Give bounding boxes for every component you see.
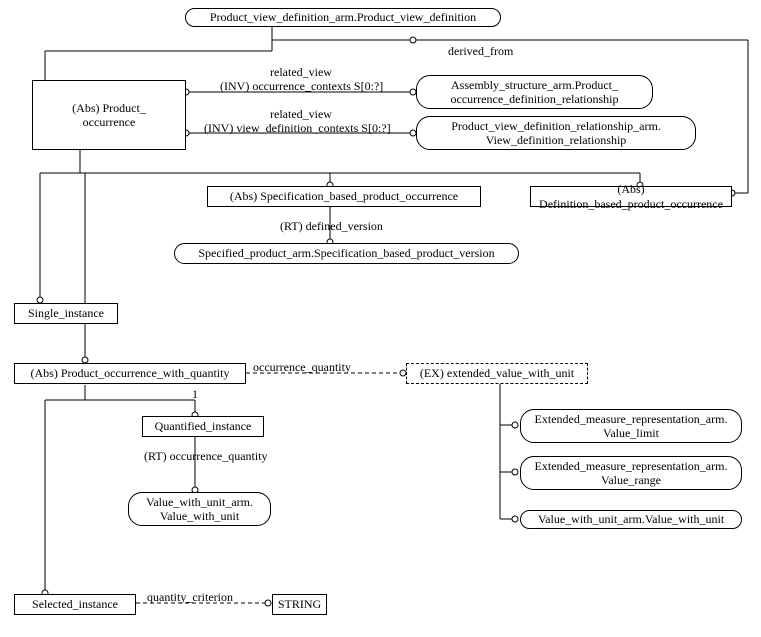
node-single-text: Single_instance bbox=[28, 306, 104, 320]
node-vwu: Value_with_unit_arm. Value_with_unit bbox=[128, 492, 271, 526]
node-ext-vwu: (EX) extended_value_with_unit bbox=[406, 363, 588, 384]
node-def-po: (Abs) Definition_based_product_occurrenc… bbox=[530, 186, 732, 207]
label-rt-defined-version: (RT) defined_version bbox=[280, 219, 383, 234]
label-inv-vd: (INV) view_definition_contexts S[0:?] bbox=[204, 121, 391, 136]
node-val-limit: Extended_measure_representation_arm. Val… bbox=[520, 409, 742, 443]
node-pvdr-text: Product_view_definition_relationship_arm… bbox=[451, 119, 661, 148]
node-val-range-text: Extended_measure_representation_arm. Val… bbox=[535, 459, 728, 488]
node-asm: Assembly_structure_arm.Product_ occurren… bbox=[416, 75, 653, 109]
label-derived-from: derived_from bbox=[448, 44, 513, 59]
node-selected-instance: Selected_instance bbox=[14, 594, 136, 615]
node-powq-text: (Abs) Product_occurrence_with_quantity bbox=[31, 366, 230, 380]
node-pvd-text: Product_view_definition_arm.Product_view… bbox=[210, 10, 476, 24]
node-vwu2: Value_with_unit_arm.Value_with_unit bbox=[520, 510, 742, 529]
label-rt-occurrence-quantity: (RT) occurrence_quantity bbox=[144, 449, 268, 464]
node-qi: Quantified_instance bbox=[142, 416, 264, 437]
node-def-po-text: (Abs) Definition_based_product_occurrenc… bbox=[537, 182, 725, 211]
node-pvdr: Product_view_definition_relationship_arm… bbox=[416, 116, 696, 150]
label-one: 1 bbox=[192, 387, 198, 402]
label-inv-occ: (INV) occurrence_contexts S[0:?] bbox=[220, 79, 383, 94]
node-string-text: STRING bbox=[278, 597, 321, 611]
label-quantity-criterion: quantity_criterion bbox=[147, 590, 233, 605]
node-pvd: Product_view_definition_arm.Product_view… bbox=[185, 8, 501, 27]
node-po-text: (Abs) Product_ occurrence bbox=[72, 101, 146, 130]
node-spec-po: (Abs) Specification_based_product_occurr… bbox=[207, 186, 481, 207]
node-spec-pv-text: Specified_product_arm.Specification_base… bbox=[198, 246, 494, 260]
node-spec-po-text: (Abs) Specification_based_product_occurr… bbox=[230, 189, 458, 203]
label-related-view-1: related_view bbox=[270, 65, 332, 80]
node-single-instance: Single_instance bbox=[14, 303, 118, 324]
node-val-range: Extended_measure_representation_arm. Val… bbox=[520, 456, 742, 490]
node-asm-text: Assembly_structure_arm.Product_ occurren… bbox=[451, 78, 619, 107]
node-val-limit-text: Extended_measure_representation_arm. Val… bbox=[535, 412, 728, 441]
node-sel-inst-text: Selected_instance bbox=[32, 597, 118, 611]
node-ext-vwu-text: (EX) extended_value_with_unit bbox=[420, 366, 574, 380]
node-qi-text: Quantified_instance bbox=[155, 419, 252, 433]
node-spec-pv: Specified_product_arm.Specification_base… bbox=[174, 243, 519, 264]
label-occurrence-quantity: occurrence_quantity bbox=[253, 360, 351, 375]
node-powq: (Abs) Product_occurrence_with_quantity bbox=[14, 363, 246, 384]
node-vwu2-text: Value_with_unit_arm.Value_with_unit bbox=[538, 512, 724, 526]
node-string: STRING bbox=[272, 594, 327, 615]
node-product-occurrence: (Abs) Product_ occurrence bbox=[32, 80, 186, 150]
node-vwu-text: Value_with_unit_arm. Value_with_unit bbox=[146, 495, 253, 524]
label-related-view-2: related_view bbox=[270, 107, 332, 122]
